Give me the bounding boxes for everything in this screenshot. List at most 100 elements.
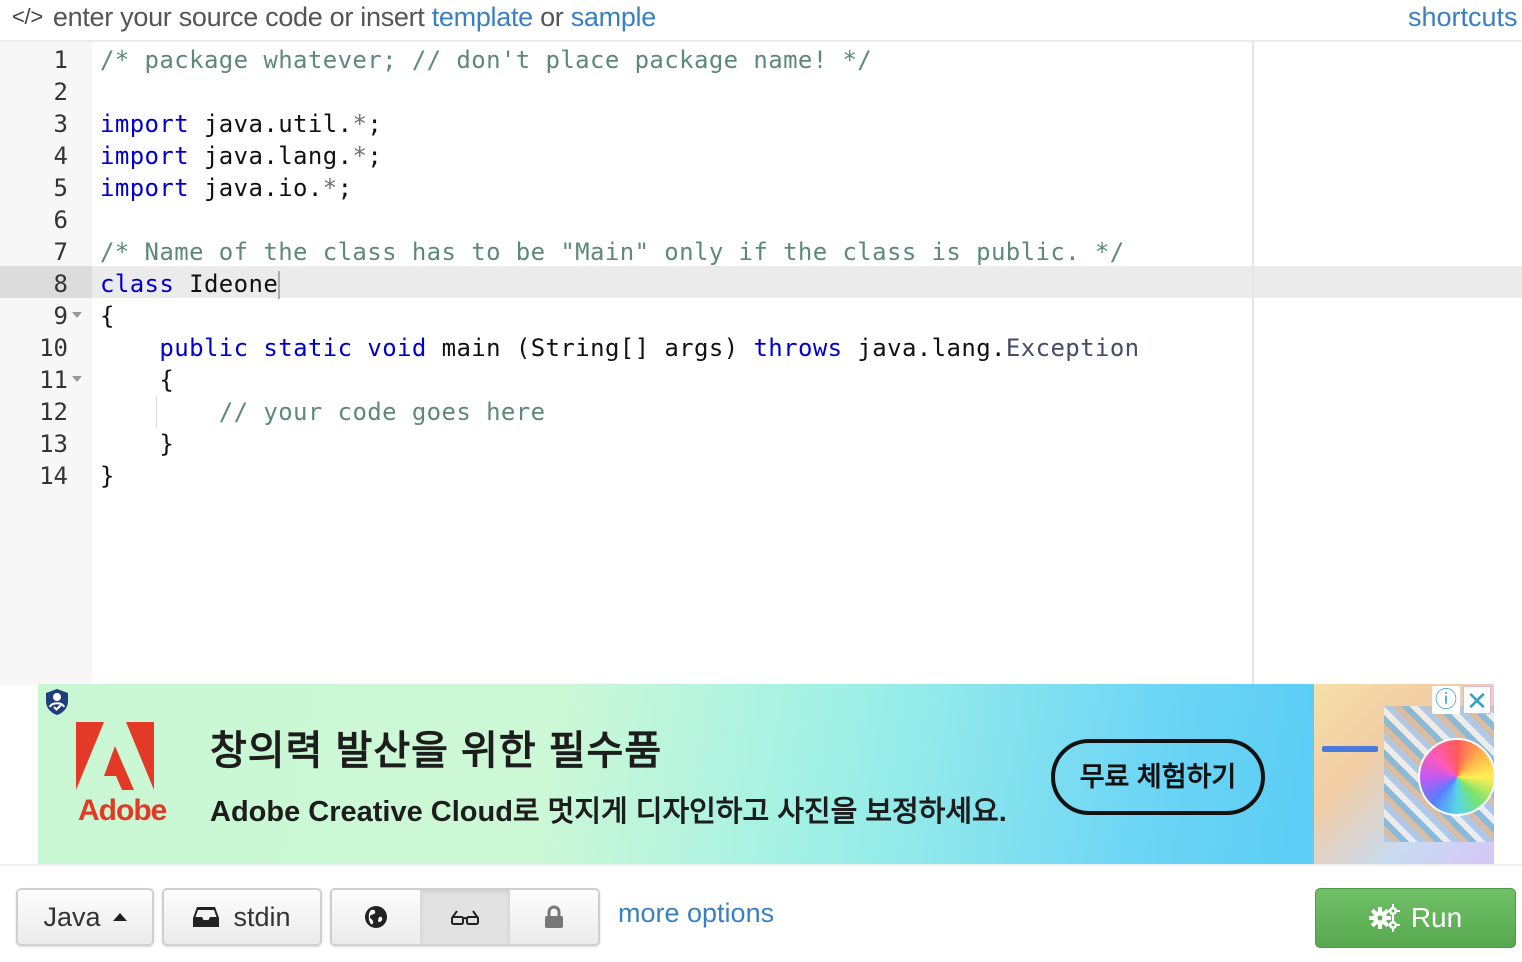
stdin-label: stdin (233, 901, 291, 932)
code-text: public static void main (String[] args) … (100, 332, 1140, 364)
keyword-token: static (263, 334, 353, 362)
line-number: 11 (39, 366, 68, 394)
advertisement-banner[interactable]: Adobe 창의력 발산을 위한 필수품 Adobe Creative Clou… (38, 684, 1494, 864)
gears-icon (1368, 904, 1400, 932)
comment-token: // your code goes here (218, 398, 546, 426)
keyword-token: class (100, 270, 175, 298)
line-number: 7 (53, 238, 68, 266)
code-line[interactable]: 9{ (0, 300, 1522, 332)
visibility-public-button[interactable] (332, 890, 420, 944)
code-token: Exception (1005, 334, 1140, 362)
keyword-token: void (367, 334, 427, 362)
code-line[interactable]: 13 } (0, 428, 1522, 460)
sample-link[interactable]: sample (571, 2, 657, 32)
bottom-toolbar: Java stdin more options Run (0, 864, 1522, 962)
code-token: ; (367, 142, 383, 170)
top-bar: </> enter your source code or insert temp… (0, 0, 1522, 40)
code-text: } (100, 428, 174, 460)
code-token: java.io. (189, 174, 323, 202)
code-line[interactable]: 12 // your code goes here (0, 396, 1522, 428)
code-line[interactable]: 14} (0, 460, 1522, 492)
visibility-toggle-group (330, 888, 600, 946)
code-line[interactable]: 4 import java.lang.*; (0, 140, 1522, 172)
code-token: } (100, 430, 175, 458)
code-line[interactable]: 1 /* package whatever; // don't place pac… (0, 44, 1522, 76)
visibility-private-button[interactable] (509, 890, 598, 944)
inbox-icon (193, 907, 220, 927)
code-token: { (100, 302, 115, 330)
lock-icon (545, 905, 563, 928)
adobe-logo-icon (76, 722, 154, 790)
keyword-token: import (100, 110, 190, 138)
line-number: 4 (53, 142, 68, 170)
stdin-button[interactable]: stdin (162, 888, 322, 946)
visibility-hidden-button[interactable] (420, 890, 509, 944)
code-line[interactable]: 2 (0, 76, 1522, 108)
template-link[interactable]: template (432, 2, 533, 32)
language-label: Java (43, 901, 101, 932)
code-line[interactable]: 11 { (0, 364, 1522, 396)
code-line[interactable]: 6 (0, 204, 1522, 236)
color-wheel-image (1418, 738, 1494, 816)
editor-hint: </> enter your source code or insert temp… (12, 2, 656, 33)
code-editor[interactable]: 1 /* package whatever; // don't place pac… (0, 40, 1522, 685)
code-token: } (100, 462, 115, 490)
line-number: 8 (53, 270, 68, 298)
line-number: 13 (39, 430, 68, 458)
code-token: Ideone (174, 270, 279, 298)
code-line[interactable]: 10 public static void main (String[] arg… (0, 332, 1522, 364)
code-line[interactable]: 5 import java.io.*; (0, 172, 1522, 204)
code-text: class Ideone (100, 268, 281, 300)
run-button[interactable]: Run (1315, 888, 1516, 948)
code-text: { (100, 364, 174, 396)
code-text: import java.util.*; (100, 108, 382, 140)
keyword-token: public (159, 334, 249, 362)
code-token: * (322, 174, 338, 202)
code-token: java.util. (189, 110, 353, 138)
code-text: { (100, 300, 115, 332)
run-label: Run (1410, 902, 1463, 933)
code-line[interactable]: 8 class Ideone (0, 268, 1522, 300)
globe-icon (365, 906, 387, 928)
code-text: /* package whatever; // don't place pack… (100, 44, 872, 76)
comment-token: /* package whatever; // don't place pack… (100, 46, 873, 74)
line-number: 5 (53, 174, 68, 202)
code-line[interactable]: 7 /* Name of the class has to be "Main" o… (0, 236, 1522, 268)
more-options-link[interactable]: more options (618, 898, 774, 929)
ad-info-icon[interactable]: ⓘ (1432, 686, 1460, 714)
line-number: 14 (39, 462, 68, 490)
code-token: main (String[] args) (426, 334, 754, 362)
code-text: /* Name of the class has to be "Main" on… (100, 236, 1125, 268)
ad-cta-button[interactable]: 무료 체험하기 (1051, 739, 1265, 815)
code-text: } (100, 460, 115, 492)
fold-arrow-icon[interactable] (72, 312, 82, 318)
or-text: or (540, 2, 564, 32)
ad-close-icon[interactable]: ✕ (1463, 686, 1491, 715)
code-text: import java.io.*; (100, 172, 352, 204)
code-token: java.lang. (189, 142, 353, 170)
code-token: * (352, 110, 368, 138)
text-cursor (278, 271, 281, 299)
line-number: 6 (53, 206, 68, 234)
fold-arrow-icon[interactable] (72, 376, 82, 382)
code-text: import java.lang.*; (100, 140, 382, 172)
adobe-wordmark: Adobe (78, 794, 167, 827)
comment-token: /* Name of the class has to be "Main" on… (100, 238, 1125, 266)
line-number: 1 (53, 46, 68, 74)
code-token: java.lang. (842, 334, 1006, 362)
shortcuts-link[interactable]: shortcuts (1408, 2, 1518, 33)
ad-subline: Adobe Creative Cloud로 멋지게 디자인하고 사진을 보정하세… (210, 796, 1007, 828)
hint-text: enter your source code or insert (52, 2, 425, 32)
glasses-icon (451, 910, 479, 925)
language-select-button[interactable]: Java (16, 888, 154, 946)
code-line[interactable]: 3 import java.util.*; (0, 108, 1522, 140)
code-text: // your code goes here (100, 396, 545, 428)
keyword-token: throws (753, 334, 843, 362)
code-token: * (352, 142, 368, 170)
privacy-shield-icon[interactable] (44, 688, 70, 716)
line-number: 2 (53, 78, 68, 106)
